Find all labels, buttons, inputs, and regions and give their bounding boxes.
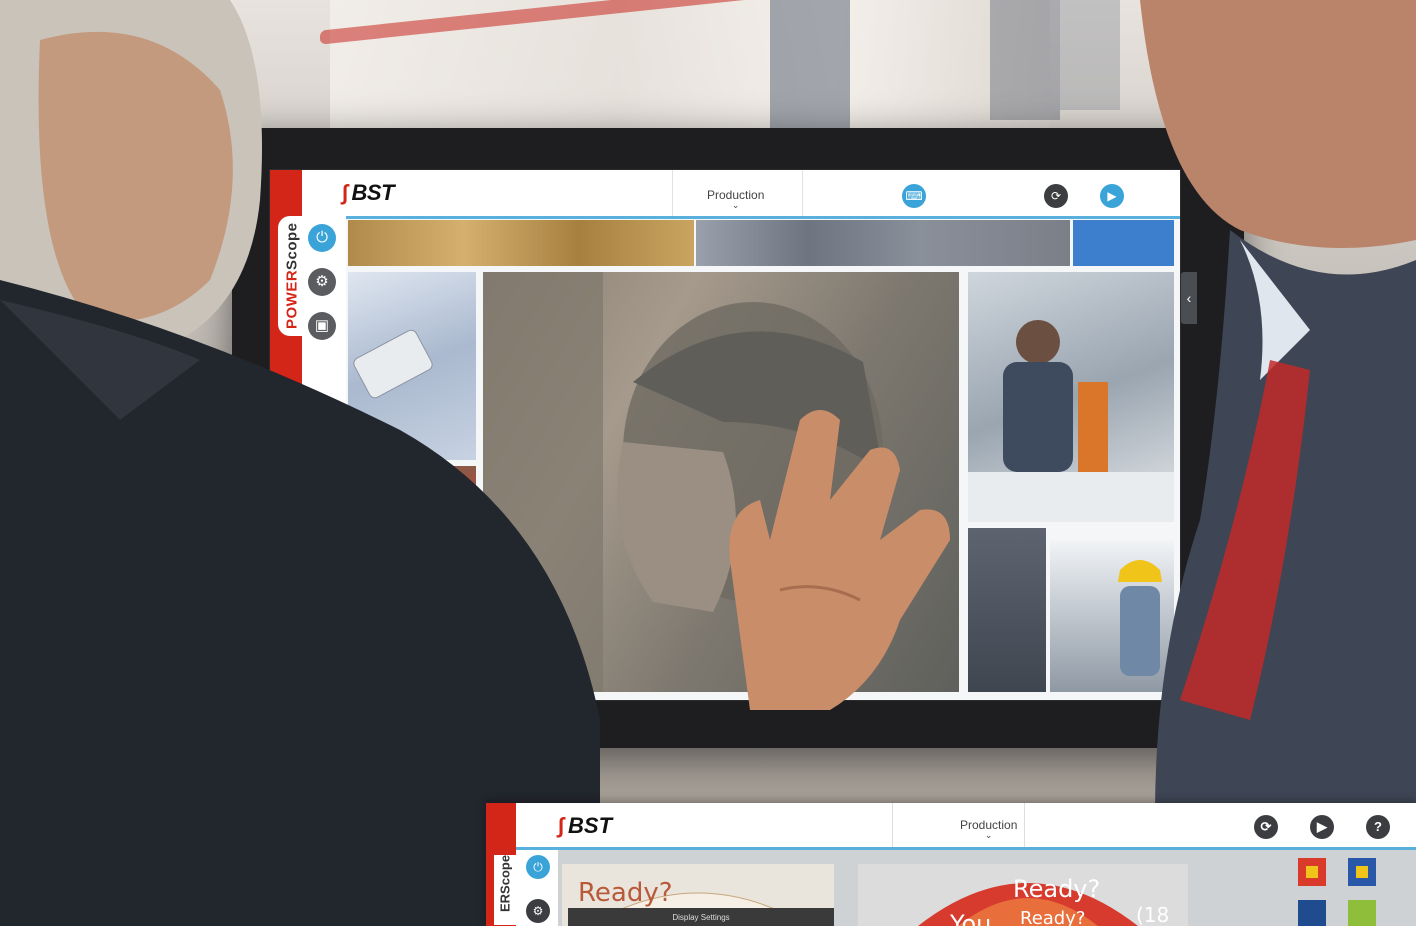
ready-text-partial: Ready? bbox=[1020, 908, 1086, 926]
person-right bbox=[1140, 0, 1416, 926]
display-settings-bar[interactable]: Display Settings bbox=[568, 908, 834, 926]
hand bbox=[729, 410, 950, 710]
nav-divider bbox=[1024, 803, 1025, 847]
gear-icon[interactable]: ⚙ bbox=[526, 899, 550, 923]
inset-top-bar: ∫ BST Production ⌄ ⟳ ▶ ? bbox=[516, 803, 1416, 850]
help-icon[interactable]: ? bbox=[1366, 815, 1390, 839]
count-text: (18 bbox=[1136, 903, 1170, 926]
ready-text-left: Ready? bbox=[578, 878, 673, 908]
ready-text-right: Ready? bbox=[1013, 875, 1101, 903]
power-icon[interactable]: ⏻ bbox=[526, 855, 550, 879]
bst-logo-swoosh-icon: ∫ bbox=[558, 813, 565, 838]
bst-logo: ∫ BST bbox=[558, 813, 613, 838]
nav-divider bbox=[672, 170, 673, 216]
keyboard-icon[interactable]: ⌨ bbox=[902, 184, 926, 208]
play-icon[interactable]: ▶ bbox=[1310, 815, 1334, 839]
repeat-icon[interactable]: ⟳ bbox=[1254, 815, 1278, 839]
nav-divider bbox=[802, 170, 803, 216]
machinery-tile[interactable] bbox=[696, 220, 1070, 266]
photo-scene: ∫ BST Production ⌄ ⌨ ⟳ ▶ POWER Scope ⏻ ⚙ ▣ bbox=[0, 0, 1416, 926]
inset-ui-screenshot: ∫ BST Production ⌄ ⟳ ▶ ? ERScope ⏻ ⚙ Rea… bbox=[486, 803, 1416, 926]
background-people bbox=[770, 0, 1120, 130]
door-tile[interactable] bbox=[968, 528, 1046, 692]
nav-divider bbox=[892, 803, 893, 847]
production-menu[interactable]: Production ⌄ bbox=[707, 188, 764, 211]
production-menu[interactable]: Production ⌄ bbox=[960, 818, 1017, 841]
powerscope-label: ERScope bbox=[494, 855, 516, 925]
you-text: You bbox=[950, 910, 992, 926]
repeat-icon[interactable]: ⟳ bbox=[1044, 184, 1068, 208]
person-left bbox=[0, 0, 600, 926]
